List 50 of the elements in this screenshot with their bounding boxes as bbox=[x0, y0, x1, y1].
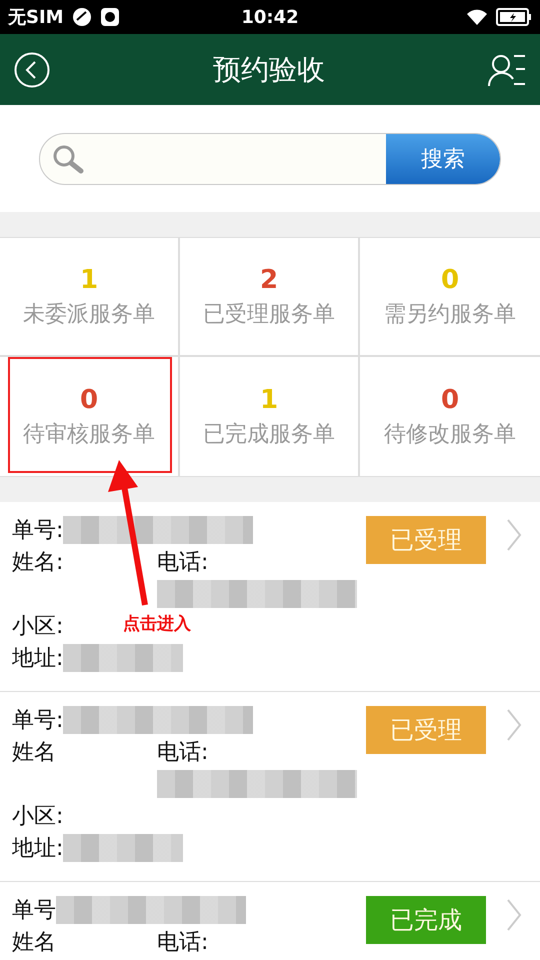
back-icon[interactable] bbox=[14, 52, 50, 88]
carrier-text: 无SIM bbox=[8, 6, 64, 29]
annotation-text: 点击进入 bbox=[123, 613, 191, 635]
counter-label: 待修改服务单 bbox=[384, 420, 516, 448]
counter-tile[interactable]: 2 已受理服务单 bbox=[180, 238, 360, 357]
clock-time: 10:42 bbox=[241, 6, 299, 28]
chevron-right-icon[interactable] bbox=[506, 708, 522, 742]
field-label: 地址: bbox=[12, 835, 64, 863]
wifi-icon bbox=[466, 8, 488, 26]
status-badge: 已受理 bbox=[366, 706, 486, 754]
field-label: 电话: bbox=[157, 549, 208, 577]
counter-label: 未委派服务单 bbox=[23, 300, 155, 328]
user-list-icon[interactable] bbox=[488, 52, 526, 86]
chevron-right-icon[interactable] bbox=[506, 518, 522, 552]
field-label: 单号: bbox=[12, 517, 64, 545]
count-number: 1 bbox=[260, 384, 278, 414]
order-card[interactable]: 单号 姓名 电话: 已完成 bbox=[0, 882, 540, 960]
search-field[interactable]: 搜索 bbox=[39, 132, 501, 184]
counter-label: 待审核服务单 bbox=[23, 420, 155, 448]
counter-label: 已受理服务单 bbox=[203, 300, 335, 328]
field-label: 姓名 bbox=[12, 929, 57, 957]
count-number: 0 bbox=[80, 384, 98, 414]
field-label: 电话: bbox=[157, 739, 208, 767]
counter-tile[interactable]: 1 未委派服务单 bbox=[0, 238, 180, 357]
field-label: 姓名: bbox=[12, 549, 64, 577]
status-badge: 已受理 bbox=[366, 516, 486, 564]
field-label: 地址: bbox=[12, 645, 64, 673]
count-number: 1 bbox=[80, 264, 98, 294]
order-card[interactable]: 单号: 姓名 电话: 小区: 地址: 已受理 bbox=[0, 692, 540, 882]
field-label: 单号: bbox=[12, 707, 64, 735]
count-number: 0 bbox=[440, 384, 460, 414]
field-label: 小区: bbox=[12, 613, 64, 641]
field-label: 电话: bbox=[157, 929, 208, 957]
page-title: 预约验收 bbox=[213, 52, 325, 88]
search-button[interactable]: 搜索 bbox=[386, 134, 500, 184]
chevron-right-icon[interactable] bbox=[506, 898, 522, 932]
counter-label: 已完成服务单 bbox=[203, 420, 335, 448]
counter-tile[interactable]: 0 待修改服务单 bbox=[360, 357, 540, 476]
status-badge: 已完成 bbox=[366, 896, 486, 944]
field-label: 单号 bbox=[12, 897, 56, 925]
app-notification-icon bbox=[100, 7, 120, 27]
search-icon bbox=[52, 144, 84, 174]
count-number: 2 bbox=[260, 264, 278, 294]
battery-icon bbox=[496, 8, 532, 26]
counter-label: 需另约服务单 bbox=[384, 300, 516, 328]
field-label: 姓名 bbox=[12, 739, 57, 767]
count-number: 0 bbox=[440, 264, 460, 294]
field-label: 小区: bbox=[12, 803, 64, 831]
counter-tile[interactable]: 0 需另约服务单 bbox=[360, 238, 540, 357]
app-notification-icon bbox=[72, 7, 92, 27]
